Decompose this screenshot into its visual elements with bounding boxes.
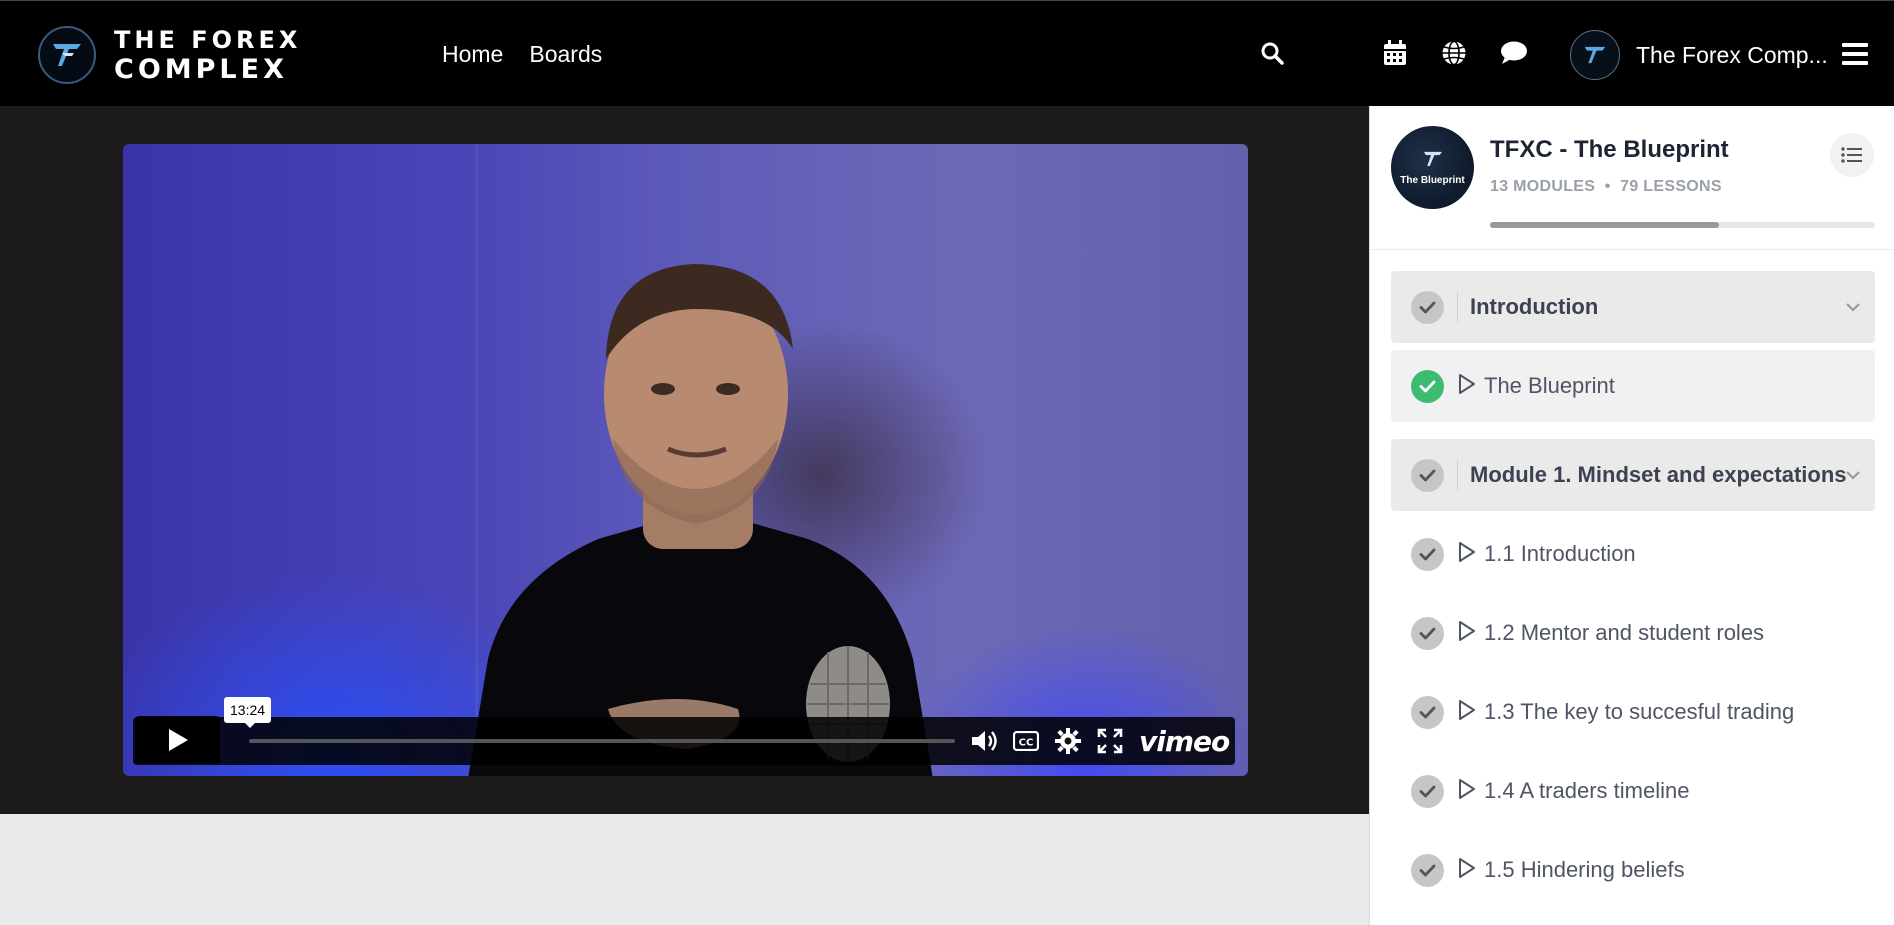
check-icon[interactable] (1411, 616, 1444, 650)
play-outline-icon (1458, 541, 1476, 568)
lesson-item[interactable]: 1.1 Introduction (1391, 518, 1875, 590)
outline-toggle-button[interactable] (1830, 133, 1874, 177)
course-progress-bar (1490, 222, 1875, 228)
meta-separator-dot: • (1600, 178, 1616, 195)
logo-line-1: THE FOREX (114, 26, 302, 54)
modules-count: 13 MODULES (1490, 178, 1596, 195)
check-icon[interactable] (1411, 290, 1444, 324)
hover-time-tooltip: 13:24 (224, 697, 272, 728)
globe-icon[interactable] (1440, 39, 1468, 67)
avatar (1570, 30, 1620, 80)
fullscreen-icon[interactable] (1096, 727, 1124, 755)
nav-boards-link[interactable]: Boards (529, 41, 602, 68)
course-meta: 13 MODULES • 79 LESSONS (1490, 178, 1722, 196)
check-icon[interactable] (1411, 458, 1444, 492)
play-outline-icon (1458, 699, 1476, 726)
module-header[interactable]: Introduction (1391, 271, 1875, 343)
play-outline-icon (1458, 857, 1476, 884)
video-player[interactable]: 13:24 CC vimeo (123, 144, 1248, 776)
play-outline-icon (1458, 373, 1476, 400)
profile-name: The Forex Comp... (1636, 41, 1828, 68)
lesson-item[interactable]: 1.2 Mentor and student roles (1391, 597, 1875, 669)
completed-check-icon[interactable] (1411, 369, 1444, 403)
divider (1457, 292, 1458, 322)
check-icon[interactable] (1411, 537, 1444, 571)
check-icon[interactable] (1411, 695, 1444, 729)
lessons-count: 79 LESSONS (1620, 178, 1722, 195)
settings-gear-icon[interactable] (1054, 727, 1082, 755)
lesson-title: 1.3 The key to succesful trading (1484, 699, 1795, 724)
course-title: TFXC - The Blueprint (1490, 136, 1729, 163)
hamburger-menu-icon[interactable] (1842, 43, 1868, 65)
chat-icon[interactable] (1500, 39, 1528, 67)
play-outline-icon (1458, 620, 1476, 647)
course-header: The Blueprint TFXC - The Blueprint 13 MO… (1370, 106, 1894, 250)
lesson-title: 1.4 A traders timeline (1484, 778, 1690, 803)
site-logo[interactable]: THE FOREX COMPLEX (38, 25, 301, 85)
main-nav: Home Boards (442, 41, 602, 68)
course-sidebar: The Blueprint TFXC - The Blueprint 13 MO… (1369, 106, 1894, 925)
calendar-icon[interactable] (1381, 39, 1409, 67)
lesson-title: 1.5 Hindering beliefs (1484, 857, 1685, 882)
course-thumbnail-label: The Blueprint (1400, 175, 1465, 186)
chevron-down-icon[interactable] (1845, 467, 1861, 485)
check-icon[interactable] (1411, 853, 1444, 887)
video-seek-bar[interactable] (249, 739, 955, 743)
logo-emblem-icon (38, 26, 96, 84)
divider (1457, 460, 1458, 490)
lesson-item[interactable]: 1.4 A traders timeline (1391, 755, 1875, 827)
module-title: Introduction (1470, 294, 1599, 319)
module-header[interactable]: Module 1. Mindset and expectations (1391, 439, 1875, 511)
course-progress-fill (1490, 222, 1720, 228)
course-thumbnail: The Blueprint (1391, 126, 1474, 209)
volume-icon[interactable] (970, 727, 998, 755)
lesson-title: 1.1 Introduction (1484, 541, 1636, 566)
lesson-item[interactable]: 1.3 The key to succesful trading (1391, 676, 1875, 748)
logo-line-2: COMPLEX (114, 54, 288, 85)
svg-text:CC: CC (1019, 738, 1034, 749)
play-button[interactable] (135, 716, 220, 764)
nav-home-link[interactable]: Home (442, 41, 503, 68)
vimeo-logo[interactable]: vimeo (1139, 725, 1230, 758)
search-icon[interactable] (1258, 39, 1286, 67)
captions-icon[interactable]: CC (1012, 727, 1040, 755)
play-icon (168, 729, 188, 751)
lesson-title: 1.2 Mentor and student roles (1484, 620, 1765, 645)
play-outline-icon (1458, 778, 1476, 805)
module-title: Module 1. Mindset and expectations (1470, 462, 1847, 487)
check-icon[interactable] (1411, 774, 1444, 808)
chevron-down-icon[interactable] (1845, 299, 1861, 317)
lesson-title: The Blueprint (1484, 373, 1615, 398)
lesson-item[interactable]: The Blueprint (1391, 350, 1875, 422)
top-navigation-bar: THE FOREX COMPLEX Home Boards The Forex … (0, 0, 1894, 106)
lesson-item[interactable]: 1.5 Hindering beliefs (1391, 834, 1875, 906)
logo-wordmark: THE FOREX COMPLEX (114, 25, 301, 85)
profile-menu[interactable]: The Forex Comp... (1570, 30, 1828, 80)
list-icon (1841, 147, 1862, 163)
